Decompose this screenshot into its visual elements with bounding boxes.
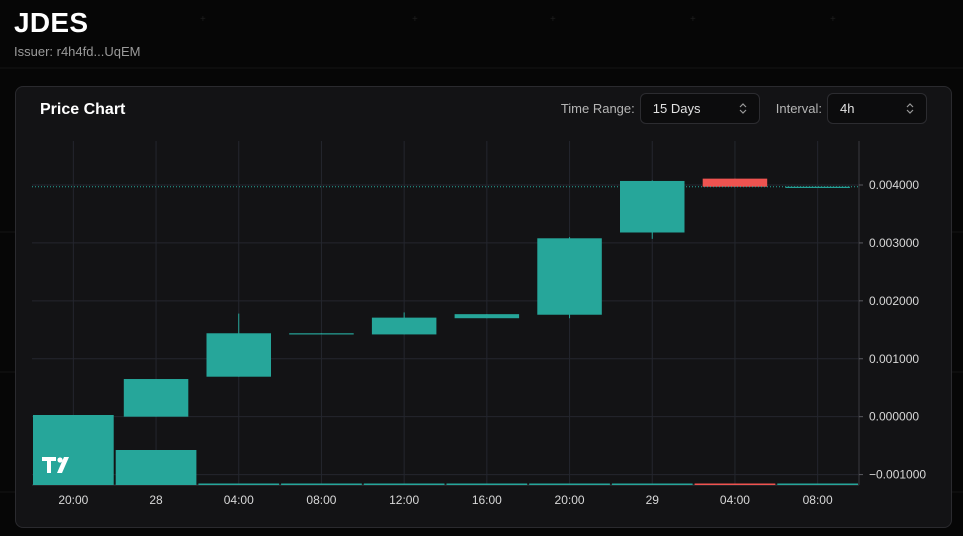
volume-bar bbox=[115, 450, 197, 485]
time-range-value: 15 Days bbox=[652, 101, 701, 116]
candle-body bbox=[537, 238, 602, 315]
candle bbox=[537, 237, 602, 319]
candle-body bbox=[619, 180, 685, 233]
candle-body bbox=[289, 333, 354, 335]
volume-bar bbox=[777, 483, 858, 485]
time-tick-label: 28 bbox=[149, 493, 163, 507]
volume-bar bbox=[363, 483, 445, 485]
volume-bar bbox=[281, 483, 362, 485]
candlestick-chart[interactable]: 0.004000 0.003000 0.002000 0.001000 0.000000… bbox=[16, 133, 952, 528]
candle bbox=[702, 178, 768, 187]
chevron-up-down-icon bbox=[739, 103, 747, 114]
interval-label: Interval: bbox=[775, 101, 822, 116]
svg-text:+: + bbox=[690, 14, 696, 25]
time-tick-label: 04:00 bbox=[720, 493, 750, 507]
price-tick-label: 0.004000 bbox=[869, 178, 919, 192]
interval-value: 4h bbox=[840, 101, 855, 116]
candle-body bbox=[454, 314, 520, 319]
candle bbox=[619, 180, 685, 239]
interval-select[interactable]: 4h bbox=[827, 93, 927, 124]
price-tick-label: 0.002000 bbox=[869, 294, 919, 308]
candle-body bbox=[702, 178, 768, 187]
candle-body bbox=[33, 416, 114, 418]
price-tick-label: 0.001000 bbox=[869, 352, 919, 366]
candle bbox=[454, 314, 520, 319]
time-tick-label: 12:00 bbox=[389, 493, 419, 507]
svg-text:+: + bbox=[550, 14, 556, 25]
time-tick-label: 16:00 bbox=[472, 493, 502, 507]
candle bbox=[206, 313, 272, 377]
candle-body bbox=[206, 333, 272, 377]
candle bbox=[785, 186, 850, 188]
volume-bar bbox=[33, 415, 114, 485]
chart-grid bbox=[32, 141, 860, 486]
token-header: JDES Issuer: r4h4fd...UqEM bbox=[14, 6, 140, 59]
candle bbox=[371, 312, 437, 335]
time-range-label: Time Range: bbox=[560, 101, 635, 116]
volume-bar bbox=[198, 483, 280, 485]
candle-body bbox=[785, 186, 850, 188]
price-tick-label: 0.003000 bbox=[869, 236, 919, 250]
time-tick-label: 20:00 bbox=[58, 493, 88, 507]
time-axis[interactable]: 20:00 28 04:00 08:00 12:00 16:00 20:00 29 04:00 0… bbox=[58, 493, 833, 507]
issuer-address: Issuer: r4h4fd...UqEM bbox=[14, 44, 141, 59]
price-tick-label: 0.000000 bbox=[869, 410, 919, 424]
volume-bar bbox=[611, 483, 693, 485]
chart-controls: Time Range: 15 Days Interval: 4h bbox=[561, 93, 927, 124]
candle bbox=[33, 416, 114, 418]
card-title: Price Chart bbox=[40, 101, 126, 118]
price-chart-card: Price Chart Time Range: 15 Days Interval… bbox=[15, 86, 952, 528]
candle bbox=[123, 379, 189, 417]
volume-bar bbox=[694, 483, 776, 485]
price-tick-label: −0.001000 bbox=[869, 468, 926, 482]
svg-text:+: + bbox=[200, 14, 206, 25]
time-tick-label: 04:00 bbox=[224, 493, 254, 507]
time-tick-label: 20:00 bbox=[555, 493, 585, 507]
price-chart[interactable]: 0.004000 0.003000 0.002000 0.001000 0.000000… bbox=[16, 133, 952, 528]
token-symbol: JDES bbox=[14, 7, 89, 38]
time-tick-label: 29 bbox=[646, 493, 660, 507]
time-tick-label: 08:00 bbox=[803, 493, 833, 507]
time-tick-label: 08:00 bbox=[306, 493, 336, 507]
volume-bar bbox=[446, 483, 528, 485]
svg-text:+: + bbox=[412, 14, 418, 25]
svg-text:+: + bbox=[830, 14, 836, 25]
candle-body bbox=[371, 317, 437, 335]
chevron-up-down-icon bbox=[906, 103, 914, 114]
time-range-select[interactable]: 15 Days bbox=[639, 93, 760, 124]
candle-body bbox=[123, 379, 189, 417]
volume-bar bbox=[529, 483, 610, 485]
price-axis[interactable]: 0.004000 0.003000 0.002000 0.001000 0.000000… bbox=[859, 178, 926, 482]
candle bbox=[289, 333, 354, 335]
